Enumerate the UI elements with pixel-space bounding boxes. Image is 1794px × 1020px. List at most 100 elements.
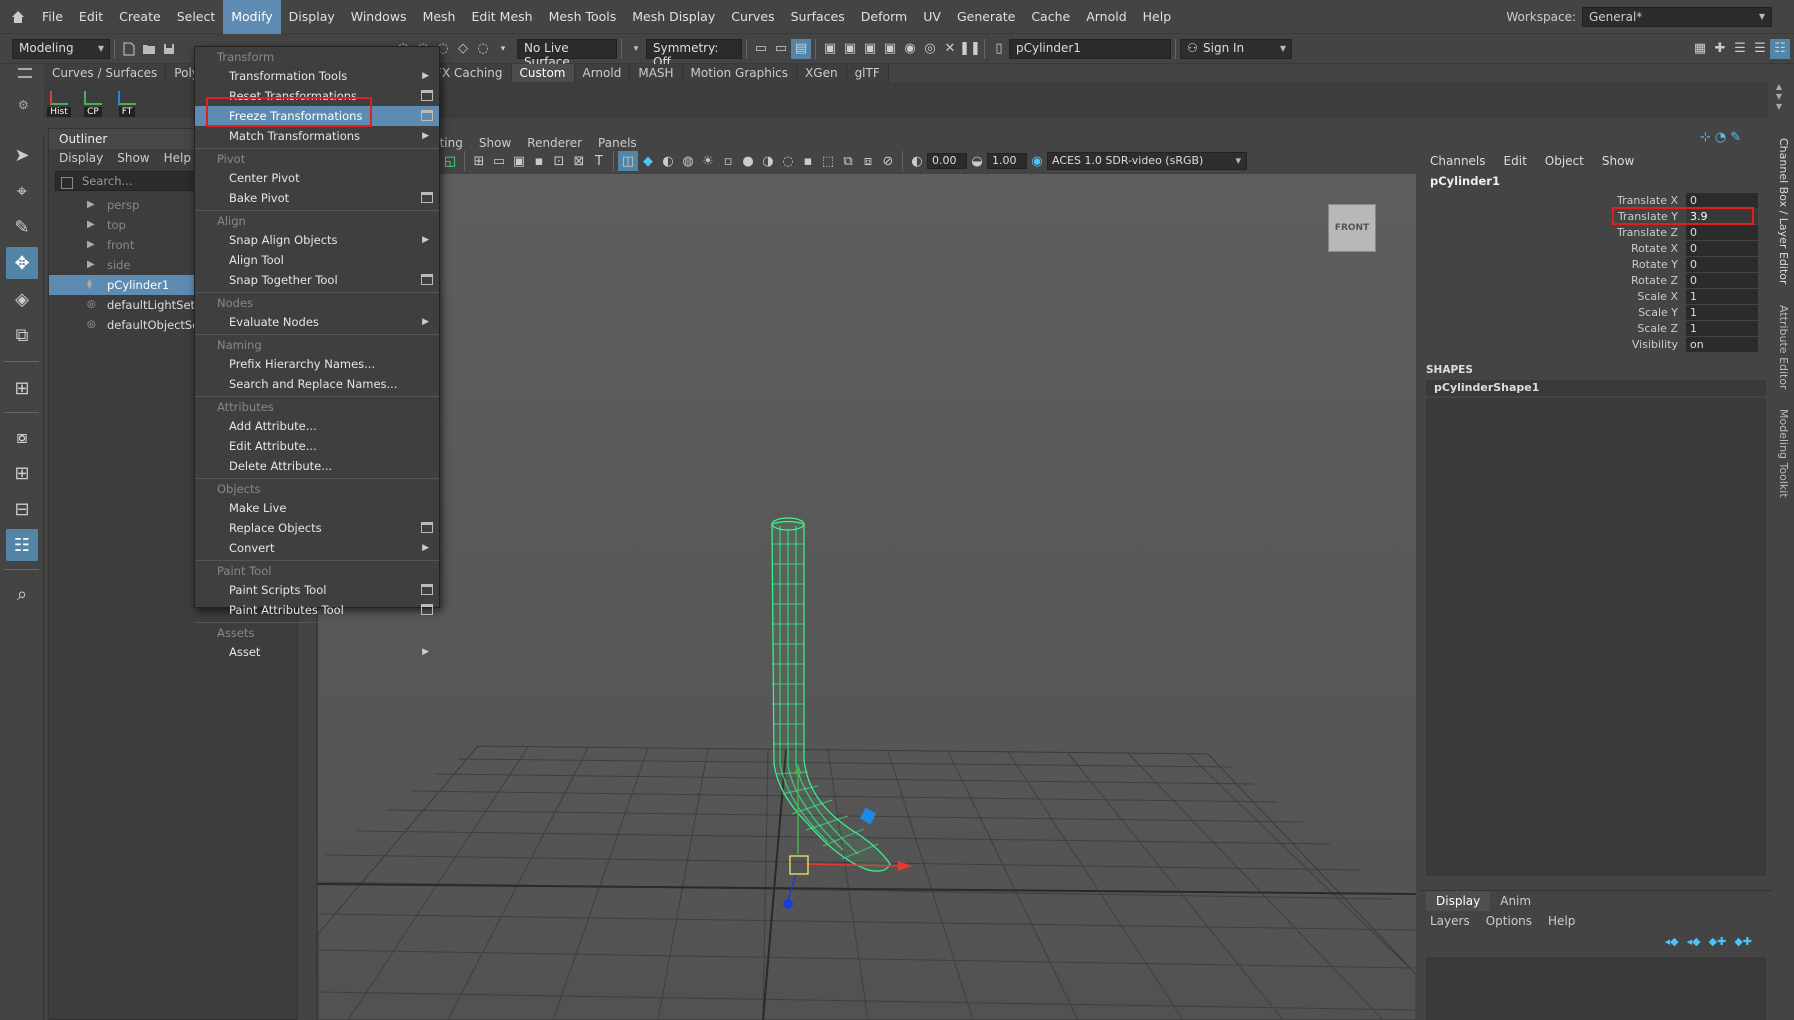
shelf-button-cp[interactable]: CP xyxy=(78,83,108,117)
tool-settings-icon[interactable]: ☰ xyxy=(1730,39,1750,59)
menu-curves[interactable]: Curves xyxy=(723,0,782,34)
arnold-render-icon[interactable]: ◎ xyxy=(920,39,940,59)
new-scene-icon[interactable] xyxy=(119,39,139,59)
grid-icon[interactable]: ⊞ xyxy=(469,151,489,171)
layout-split-icon[interactable]: ⊟ xyxy=(6,493,38,525)
channel-row-scale-z[interactable]: Scale Z 1 xyxy=(1420,320,1772,336)
anti-alias-icon[interactable]: ◌ xyxy=(778,151,798,171)
hypershade-icon[interactable]: ◉ xyxy=(900,39,920,59)
menu-select[interactable]: Select xyxy=(169,0,224,34)
use-lights-icon[interactable]: ☀ xyxy=(698,151,718,171)
render-settings-icon[interactable]: ▣ xyxy=(880,39,900,59)
side-tab-modeling-toolkit[interactable]: Modeling Toolkit xyxy=(1777,409,1790,498)
layer-menu-layers[interactable]: Layers xyxy=(1430,914,1470,928)
menu-item-evaluate-nodes[interactable]: Evaluate Nodes ▶ xyxy=(195,312,439,332)
construction-history-icon[interactable]: ▤ xyxy=(791,38,811,59)
menu-generate[interactable]: Generate xyxy=(949,0,1023,34)
shelf-tab-gltf[interactable]: glTF xyxy=(846,64,889,82)
channel-row-translate-y[interactable]: Translate Y 3.9 xyxy=(1420,208,1772,224)
channel-row-visibility[interactable]: Visibility on xyxy=(1420,336,1772,352)
gamma-field[interactable]: 1.00 xyxy=(987,153,1027,169)
menu-mesh-tools[interactable]: Mesh Tools xyxy=(541,0,625,34)
channelbox-menu-channels[interactable]: Channels xyxy=(1430,154,1486,168)
toggle-panel-icon[interactable]: ☷ xyxy=(1770,38,1790,59)
shelf-menu-icon[interactable] xyxy=(18,68,32,78)
paint-select-tool-icon[interactable]: ✎ xyxy=(6,211,38,243)
pause-icon[interactable]: ❚❚ xyxy=(959,39,981,59)
channel-value-field[interactable]: 0 xyxy=(1686,240,1758,256)
rename-mode-icon[interactable]: ▯ xyxy=(989,39,1009,59)
menu-item-edit-attribute[interactable]: Edit Attribute... xyxy=(195,436,439,456)
four-view-icon[interactable]: ⧇ xyxy=(6,421,38,453)
color-management-icon[interactable]: ◉ xyxy=(1027,151,1047,171)
xray-icon[interactable]: ⧉ xyxy=(838,151,858,171)
symmetry-field[interactable]: Symmetry: Off xyxy=(646,38,742,69)
menu-item-prefix-hierarchy-names[interactable]: Prefix Hierarchy Names... xyxy=(195,354,439,374)
channel-row-rotate-y[interactable]: Rotate Y 0 xyxy=(1420,256,1772,272)
symmetry-chevron-icon[interactable]: ▾ xyxy=(626,39,646,59)
manipulator-icon[interactable]: ⊹ xyxy=(1700,130,1711,145)
menu-item-reset-transformations[interactable]: Reset Transformations xyxy=(195,86,439,106)
menu-file[interactable]: File xyxy=(34,0,71,34)
channel-value-field[interactable]: 1 xyxy=(1686,320,1758,336)
shelf-button-ft[interactable]: FT xyxy=(112,83,142,117)
refresh-icon[interactable]: ◔ xyxy=(1715,130,1726,145)
scale-tool-icon[interactable]: ⧉ xyxy=(6,319,38,351)
xray-joints-icon[interactable]: ⧈ xyxy=(858,151,878,171)
safe-title-icon[interactable]: T xyxy=(589,151,609,171)
menu-item-delete-attribute[interactable]: Delete Attribute... xyxy=(195,456,439,476)
textured-icon[interactable]: ◍ xyxy=(678,151,698,171)
option-box-icon[interactable] xyxy=(421,584,433,595)
search-icon[interactable]: ⌕ xyxy=(6,578,38,610)
shelf-button-hist[interactable]: Hist xyxy=(44,83,74,117)
shelf-tab-motion-graphics[interactable]: Motion Graphics xyxy=(682,64,798,82)
input-ops-icon[interactable]: ▭ xyxy=(751,39,771,59)
option-box-icon[interactable] xyxy=(421,604,433,615)
menu-edit-mesh[interactable]: Edit Mesh xyxy=(463,0,540,34)
channelbox-menu-edit[interactable]: Edit xyxy=(1504,154,1527,168)
layer-tab-display[interactable]: Display xyxy=(1426,891,1491,911)
shelf-tab-custom[interactable]: Custom xyxy=(511,64,575,82)
channel-row-scale-x[interactable]: Scale X 1 xyxy=(1420,288,1772,304)
new-layer-selected-icon[interactable]: ◆✚ xyxy=(1734,935,1752,948)
edit-icon[interactable]: ✎ xyxy=(1730,130,1741,145)
menu-deform[interactable]: Deform xyxy=(853,0,915,34)
channel-value-field[interactable]: on xyxy=(1686,336,1758,352)
channel-value-field[interactable]: 0 xyxy=(1686,224,1758,240)
menu-item-search-and-replace-names[interactable]: Search and Replace Names... xyxy=(195,374,439,394)
channel-row-rotate-z[interactable]: Rotate Z 0 xyxy=(1420,272,1772,288)
render-view-icon[interactable]: ▣ xyxy=(820,39,840,59)
side-tab-attribute-editor[interactable]: Attribute Editor xyxy=(1777,305,1790,390)
menu-item-center-pivot[interactable]: Center Pivot xyxy=(195,168,439,188)
wireframe-icon[interactable]: ◫ xyxy=(618,151,638,171)
shelf-settings-icon[interactable]: ⚙ xyxy=(18,98,29,112)
wireframe-toggle-icon[interactable]: ◱ xyxy=(440,151,460,171)
layer-menu-help[interactable]: Help xyxy=(1548,914,1575,928)
move-tool-icon[interactable]: ✥ xyxy=(6,247,38,279)
menu-item-transformation-tools[interactable]: Transformation Tools ▶ xyxy=(195,66,439,86)
render-frame-icon[interactable]: ▣ xyxy=(840,39,860,59)
rotate-tool-icon[interactable]: ◈ xyxy=(6,283,38,315)
menu-item-add-attribute[interactable]: Add Attribute... xyxy=(195,416,439,436)
lasso-tool-icon[interactable]: ⌖ xyxy=(6,175,38,207)
menu-create[interactable]: Create xyxy=(111,0,169,34)
channel-row-translate-z[interactable]: Translate Z 0 xyxy=(1420,224,1772,240)
snap-grid-icon[interactable]: ◇ xyxy=(453,39,473,59)
channelbox-menu-show[interactable]: Show xyxy=(1602,154,1634,168)
isolate-select-icon[interactable]: ⬚ xyxy=(818,151,838,171)
gate-mask-icon[interactable]: ▪ xyxy=(529,151,549,171)
xray-components-icon[interactable]: ⊘ xyxy=(878,151,898,171)
channel-value-field[interactable]: 0 xyxy=(1686,272,1758,288)
menu-item-bake-pivot[interactable]: Bake Pivot xyxy=(195,188,439,208)
menu-windows[interactable]: Windows xyxy=(343,0,415,34)
option-box-icon[interactable] xyxy=(421,90,433,101)
channel-row-translate-x[interactable]: Translate X 0 xyxy=(1420,192,1772,208)
attribute-editor-icon[interactable]: ✚ xyxy=(1710,39,1730,59)
sign-in-dropdown[interactable]: ⚇ Sign In xyxy=(1180,38,1292,59)
menu-set-dropdown[interactable]: Modeling xyxy=(12,38,110,59)
viewcube[interactable]: FRONT xyxy=(1328,204,1376,252)
colorspace-dropdown[interactable]: ACES 1.0 SDR-video (sRGB) xyxy=(1047,152,1247,170)
modeling-toolkit-icon[interactable]: ▦ xyxy=(1690,39,1710,59)
outliner-menu-show[interactable]: Show xyxy=(117,149,149,167)
motion-blur-icon[interactable]: ◑ xyxy=(758,151,778,171)
